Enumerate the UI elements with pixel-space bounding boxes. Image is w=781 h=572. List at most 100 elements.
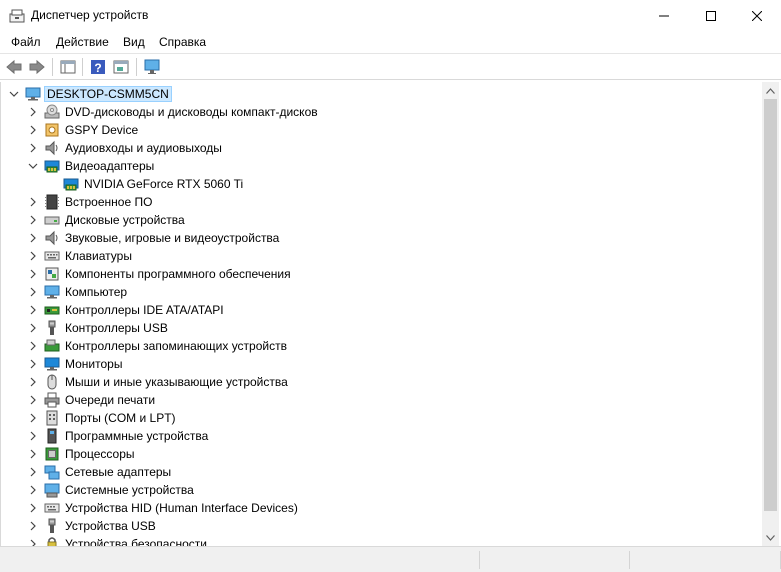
chevron-right-icon[interactable]: [27, 142, 39, 154]
chevron-right-icon[interactable]: [27, 322, 39, 334]
tree-item-label: Очереди печати: [65, 393, 156, 407]
menu-bar: Файл Действие Вид Справка: [0, 31, 781, 53]
tree-category-row[interactable]: Устройства HID (Human Interface Devices): [1, 499, 762, 517]
tree-category-row[interactable]: Дисковые устройства: [1, 211, 762, 229]
tree-category-row[interactable]: DVD-дисководы и дисководы компакт-дисков: [1, 103, 762, 121]
tree-category-row[interactable]: Порты (COM и LPT): [1, 409, 762, 427]
tree-item-label: Процессоры: [65, 447, 135, 461]
ide-controller-icon: [44, 306, 60, 315]
device-tree: DESKTOP-CSMM5CN DVD-дисководы и дисководы…: [0, 82, 762, 546]
minimize-button[interactable]: [641, 0, 687, 31]
chevron-right-icon[interactable]: [27, 538, 39, 546]
maximize-button[interactable]: [688, 0, 734, 31]
chevron-right-icon[interactable]: [27, 502, 39, 514]
tree-category-row[interactable]: Компоненты программного обеспечения: [1, 265, 762, 283]
toolbar-separator: [52, 58, 53, 76]
tree-category-row[interactable]: Очереди печати: [1, 391, 762, 409]
tree-category-row[interactable]: Мыши и иные указывающие устройства: [1, 373, 762, 391]
tree-category-row[interactable]: Контроллеры IDE ATA/ATAPI: [1, 301, 762, 319]
chevron-right-icon[interactable]: [27, 340, 39, 352]
title-bar: Диспетчер устройств: [0, 0, 781, 31]
mouse-icon: [47, 374, 57, 390]
usb-icon: [48, 320, 56, 335]
window-title: Диспетчер устройств: [31, 8, 149, 22]
maximize-icon: [706, 10, 716, 21]
scrollbar-thumb[interactable]: [764, 99, 777, 511]
tree-category-row[interactable]: Устройства USB: [1, 517, 762, 535]
tree-category-row[interactable]: Мониторы: [1, 355, 762, 373]
computer-icon: [25, 87, 41, 101]
tree-category-row[interactable]: Аудиовходы и аудиовыходы: [1, 139, 762, 157]
scroll-up-button[interactable]: [762, 82, 779, 99]
chevron-right-icon[interactable]: [27, 520, 39, 532]
tree-category-row[interactable]: Системные устройства: [1, 481, 762, 499]
tree-category-row[interactable]: Звуковые, игровые и видеоустройства: [1, 229, 762, 247]
tree-category-row[interactable]: Компьютер: [1, 283, 762, 301]
chevron-right-icon[interactable]: [27, 268, 39, 280]
tree-item-label: Компьютер: [65, 285, 128, 299]
back-button[interactable]: [4, 57, 24, 77]
tree-category-row[interactable]: Программные устройства: [1, 427, 762, 445]
display-adapter-icon: [44, 160, 60, 173]
chevron-right-icon[interactable]: [27, 448, 39, 460]
chevron-right-icon[interactable]: [27, 376, 39, 388]
menu-file[interactable]: Файл: [11, 35, 41, 49]
chevron-right-icon[interactable]: [27, 466, 39, 478]
system-device-icon: [44, 483, 60, 498]
properties-button[interactable]: [111, 57, 131, 77]
hid-icon: [44, 503, 60, 513]
chevron-right-icon[interactable]: [27, 106, 39, 118]
chevron-right-icon[interactable]: [27, 358, 39, 370]
menu-view[interactable]: Вид: [123, 35, 145, 49]
chevron-right-icon[interactable]: [27, 484, 39, 496]
chevron-right-icon[interactable]: [27, 412, 39, 424]
chevron-right-icon[interactable]: [27, 286, 39, 298]
chevron-down-icon[interactable]: [27, 160, 39, 172]
menu-help[interactable]: Справка: [159, 35, 206, 49]
tree-item-label: Встроенное ПО: [65, 195, 153, 209]
tree-category-row[interactable]: GSPY Device: [1, 121, 762, 139]
chevron-right-icon[interactable]: [27, 430, 39, 442]
tree-item-label: Системные устройства: [65, 483, 194, 497]
chevron-right-icon[interactable]: [27, 304, 39, 316]
menu-action[interactable]: Действие: [56, 35, 109, 49]
show-hide-console-tree-button[interactable]: [58, 57, 78, 77]
forward-button[interactable]: [27, 57, 47, 77]
scroll-down-button[interactable]: [762, 529, 779, 546]
tree-item-label: GSPY Device: [65, 123, 139, 137]
tree-category-row[interactable]: Контроллеры USB: [1, 319, 762, 337]
chevron-right-icon[interactable]: [27, 214, 39, 226]
computer-icon: [44, 285, 60, 299]
tree-category-row[interactable]: Процессоры: [1, 445, 762, 463]
tree-category-row[interactable]: Сетевые адаптеры: [1, 463, 762, 481]
tree-category-row[interactable]: Устройства безопасности: [1, 535, 762, 546]
tree-category-row[interactable]: Контроллеры запоминающих устройств: [1, 337, 762, 355]
speaker-icon: [45, 140, 58, 156]
chevron-right-icon[interactable]: [27, 250, 39, 262]
status-segment: [630, 551, 781, 569]
chevron-right-icon[interactable]: [27, 232, 39, 244]
back-arrow-icon: [6, 59, 22, 75]
chevron-right-icon[interactable]: [27, 394, 39, 406]
disk-drive-icon: [44, 216, 60, 225]
tree-category-row[interactable]: Видеоадаптеры: [1, 157, 762, 175]
chevron-down-icon[interactable]: [8, 88, 20, 100]
chevron-right-icon[interactable]: [27, 124, 39, 136]
help-button[interactable]: ?: [88, 57, 108, 77]
tree-item-label: Дисковые устройства: [65, 213, 185, 227]
tree-item-label: Программные устройства: [65, 429, 209, 443]
tree-item-label: Устройства безопасности: [65, 537, 207, 546]
tree-item-label: Контроллеры запоминающих устройств: [65, 339, 287, 353]
tree-device-row[interactable]: NVIDIA GeForce RTX 5060 Ti: [1, 175, 762, 193]
tree-item-label: Мыши и иные указывающие устройства: [65, 375, 288, 389]
scan-hardware-button[interactable]: [143, 57, 163, 77]
tree-item-label: Компоненты программного обеспечения: [65, 267, 291, 281]
tree-category-row[interactable]: Клавиатуры: [1, 247, 762, 265]
tree-category-row[interactable]: Встроенное ПО: [1, 193, 762, 211]
chevron-down-icon: [766, 534, 775, 541]
chevron-right-icon[interactable]: [27, 196, 39, 208]
close-button[interactable]: [734, 0, 780, 31]
tree-root-row[interactable]: DESKTOP-CSMM5CN: [1, 85, 762, 103]
help-icon: ?: [91, 60, 105, 75]
vertical-scrollbar[interactable]: [762, 82, 779, 546]
